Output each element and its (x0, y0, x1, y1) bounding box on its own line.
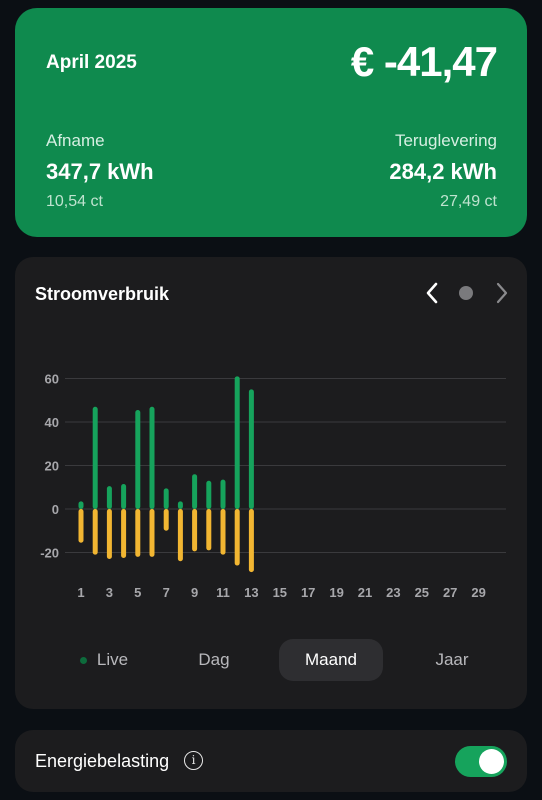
energy-tax-row: Energiebelasting i (15, 730, 527, 792)
bar-teruglevering (163, 509, 169, 531)
energy-tax-label: Energiebelasting (35, 751, 170, 771)
x-tick-label: 1 (77, 585, 84, 600)
bar-teruglevering (92, 509, 98, 555)
x-tick-label: 11 (216, 585, 230, 600)
y-tick-label: -20 (40, 546, 59, 561)
prev-period-button[interactable] (419, 279, 445, 307)
bar-afname (149, 406, 155, 509)
usage-chart-card: 60 40 20 0 -20 1 3 5 7 9 11 13 15 17 19 21 23 25 27 29 Stro… (15, 257, 527, 709)
bar-teruglevering (106, 509, 112, 560)
afname-kwh: 347,7 kWh (46, 159, 154, 184)
chart-title: Stroomverbruik (35, 284, 170, 304)
bar-teruglevering (135, 509, 141, 557)
bar-afname (121, 483, 127, 509)
x-tick-label: 27 (443, 585, 457, 600)
bar-afname (163, 488, 169, 509)
x-tick-label: 17 (301, 585, 315, 600)
tab-jaar-label: Jaar (435, 650, 469, 669)
bar-teruglevering (220, 509, 226, 555)
bar-afname (92, 406, 98, 509)
x-tick-label: 19 (329, 585, 343, 600)
bar-afname (220, 479, 226, 509)
bar-teruglevering (234, 509, 240, 566)
x-tick-label: 9 (191, 585, 198, 600)
x-tick-label: 21 (358, 585, 372, 600)
month-summary-card: April 2025 € -41,47 Afname 347,7 kWh 10,… (15, 8, 527, 237)
bar-afname (135, 410, 141, 509)
bar-afname (106, 486, 112, 509)
tab-maand[interactable]: Maand (279, 639, 383, 681)
month-label: April 2025 (46, 52, 137, 73)
tab-dag[interactable]: Dag (169, 639, 259, 681)
tab-dag-label: Dag (198, 650, 230, 669)
teruglevering-price: 27,49 ct (440, 193, 497, 210)
teruglevering-label: Teruglevering (394, 131, 497, 150)
y-tick-label: 60 (45, 372, 59, 387)
x-tick-label: 15 (273, 585, 287, 600)
info-icon[interactable]: i (184, 751, 203, 770)
bar-afname (206, 480, 212, 509)
bar-afname (177, 501, 183, 509)
x-tick-label: 13 (244, 585, 258, 600)
bar-afname (248, 389, 254, 509)
usage-chart: 6040200-201 3 5 7 9 11 13 15 17 19 21 23 25 27 29 (40, 372, 506, 600)
bar-teruglevering (78, 509, 84, 543)
bar-teruglevering (206, 509, 212, 551)
total-amount: € -41,47 (350, 38, 498, 85)
dot-icon (459, 286, 473, 300)
y-tick-label: 40 (45, 415, 59, 430)
tab-live[interactable]: Live (59, 639, 149, 681)
live-dot-icon (79, 656, 87, 664)
bar-teruglevering (177, 509, 183, 562)
x-tick-label: 29 (471, 585, 485, 600)
chevron-left-icon (426, 282, 438, 304)
teruglevering-kwh: 284,2 kWh (389, 159, 497, 184)
afname-label: Afname (46, 131, 105, 150)
afname-price: 10,54 ct (46, 193, 103, 210)
chevron-right-icon (496, 282, 508, 304)
bar-afname (192, 474, 198, 509)
next-period-button[interactable] (489, 279, 515, 307)
y-tick-label: 20 (45, 459, 59, 474)
tab-jaar[interactable]: Jaar (407, 639, 497, 681)
period-tabs: Live Dag Maand Jaar (15, 639, 527, 683)
bar-afname (78, 501, 84, 509)
x-tick-label: 3 (106, 585, 113, 600)
page-indicator (455, 279, 477, 307)
tab-live-label: Live (96, 650, 129, 669)
y-tick-label: 0 (52, 502, 59, 517)
tab-maand-label: Maand (305, 650, 357, 669)
bar-teruglevering (121, 509, 127, 558)
x-tick-label: 7 (163, 585, 170, 600)
bar-afname (234, 376, 240, 509)
x-tick-label: 25 (415, 585, 429, 600)
x-tick-label: 5 (134, 585, 141, 600)
bar-teruglevering (248, 509, 254, 573)
toggle-knob (479, 749, 504, 774)
energy-tax-toggle[interactable] (455, 746, 507, 777)
bar-teruglevering (192, 509, 198, 552)
x-tick-label: 23 (386, 585, 400, 600)
bar-teruglevering (149, 509, 155, 557)
